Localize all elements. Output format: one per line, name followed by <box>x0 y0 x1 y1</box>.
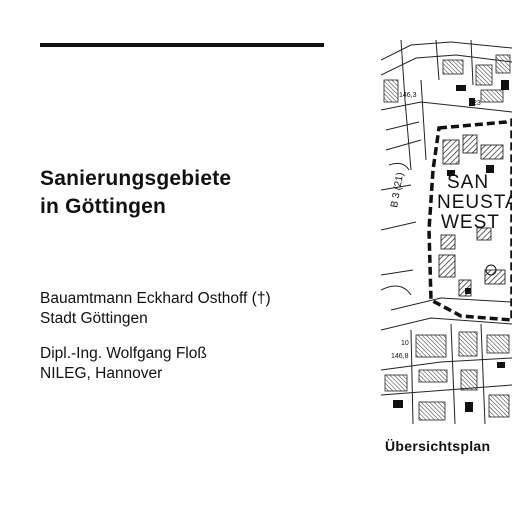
author-block-floss: Dipl.-Ing. Wolfgang Floß NILEG, Hannover <box>40 344 360 384</box>
author-affiliation: NILEG, Hannover <box>40 365 163 382</box>
map-caption: Übersichtsplan <box>385 438 491 454</box>
author-block-osthoff: Bauamtmann Eckhard Osthoff (†) Stadt Göt… <box>40 289 360 329</box>
author-name: Dipl.-Ing. Wolfgang Floß <box>40 345 207 362</box>
parcel-label-bottom: 146,8 <box>391 353 409 360</box>
road-label: B 3 (21) <box>389 172 406 209</box>
document-title: Sanierungsgebiete in Göttingen <box>40 165 360 221</box>
author-name: Bauamtmann Eckhard Osthoff (†) <box>40 290 271 307</box>
number-label-23: 23 <box>473 100 481 107</box>
header-rule <box>40 43 324 47</box>
area-label-line-1: SAN <box>447 172 489 193</box>
document-page: Sanierungsgebiete in Göttingen Bauamtman… <box>0 0 512 512</box>
overview-map: SAN NEUSTA WEST 146,3 23 146,8 10 B 3 (2… <box>381 40 512 424</box>
author-affiliation: Stadt Göttingen <box>40 310 148 327</box>
parcel-label-top: 146,3 <box>399 92 417 99</box>
title-line-2: in Göttingen <box>40 195 167 218</box>
area-label-line-2: NEUSTA <box>437 192 512 213</box>
number-label-10: 10 <box>401 340 409 347</box>
title-line-1: Sanierungsgebiete <box>40 167 232 190</box>
area-label-line-3: WEST <box>441 212 500 233</box>
